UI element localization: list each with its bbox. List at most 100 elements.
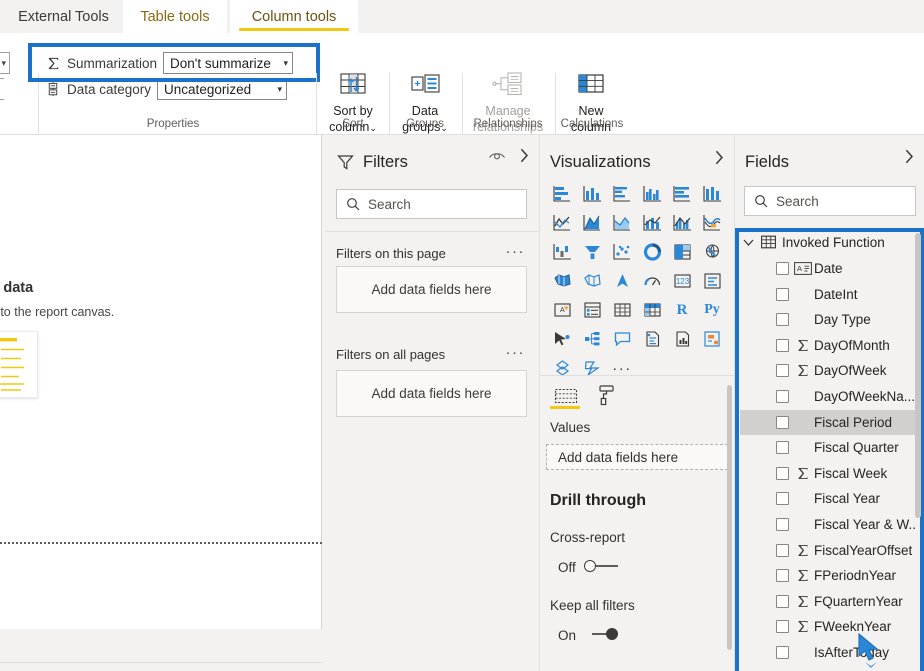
q-and-a-icon[interactable] [607, 325, 637, 353]
treemap-icon[interactable] [667, 238, 697, 266]
field-checkbox[interactable] [776, 518, 789, 531]
slicer-icon[interactable] [577, 296, 607, 324]
cut-off-dropdown-top[interactable]: ▾ [0, 52, 10, 74]
collapse-fields-chevron-right-icon[interactable] [905, 149, 914, 168]
field-row[interactable]: FiscalYearOffset [740, 538, 916, 563]
stacked-bar-chart-icon[interactable] [547, 180, 577, 208]
field-row[interactable]: FQuarternYear [740, 589, 916, 614]
ribbon-chart-icon[interactable] [697, 209, 727, 237]
shape-map-icon[interactable] [577, 267, 607, 295]
format-field-well-tab[interactable] [590, 380, 622, 410]
report-canvas-page[interactable]: our data e onto the report canvas. [0, 135, 322, 629]
field-row[interactable]: FPeriodnYear [740, 563, 916, 588]
field-checkbox[interactable] [776, 646, 789, 659]
clustered-bar-chart-icon[interactable] [607, 180, 637, 208]
hundred-percent-stacked-bar-chart-icon[interactable] [667, 180, 697, 208]
hide-filters-eye-icon[interactable] [488, 150, 506, 166]
field-row[interactable]: DayOfWeekNa... [740, 384, 916, 409]
field-row[interactable]: Fiscal Quarter [740, 435, 916, 460]
fields-search-input[interactable]: Search [744, 186, 916, 216]
cross-report-toggle[interactable] [584, 560, 618, 572]
table-icon[interactable] [607, 296, 637, 324]
field-checkbox[interactable] [776, 441, 789, 455]
filter-funnel-icon [337, 154, 354, 171]
field-row[interactable]: Fiscal Year & W... [740, 512, 916, 537]
sigma-icon [794, 544, 812, 557]
visualizations-scrollbar[interactable] [727, 385, 732, 650]
clustered-column-chart-icon[interactable] [637, 180, 667, 208]
field-row[interactable]: DateInt [740, 282, 916, 307]
field-row[interactable]: Fiscal Week [740, 461, 916, 486]
field-row[interactable]: FWeeknYear [740, 614, 916, 639]
power-automate-visual-icon[interactable] [547, 354, 577, 382]
key-influencers-icon[interactable] [547, 325, 577, 353]
field-checkbox[interactable] [776, 364, 789, 378]
kpi-icon[interactable]: A [547, 296, 577, 324]
filled-map-icon[interactable] [547, 267, 577, 295]
collapse-visualizations-chevron-right-icon[interactable] [715, 150, 724, 169]
field-checkbox[interactable] [776, 287, 789, 301]
field-row[interactable]: Fiscal Year [740, 486, 916, 511]
summarization-dropdown[interactable]: Don't summarize ▾ [163, 52, 294, 74]
tab-table-tools[interactable]: Table tools [123, 0, 227, 33]
funnel-chart-icon[interactable] [577, 238, 607, 266]
field-label: Fiscal Week [814, 465, 888, 481]
multi-row-card-icon[interactable] [697, 267, 727, 295]
matrix-icon[interactable] [637, 296, 667, 324]
line-and-stacked-column-chart-icon[interactable] [637, 209, 667, 237]
fields-table-invoked-function[interactable]: Invoked Function [743, 231, 885, 253]
tab-external-tools[interactable]: External Tools [6, 0, 121, 33]
field-checkbox[interactable] [776, 338, 789, 352]
waterfall-chart-icon[interactable] [547, 238, 577, 266]
field-checkbox[interactable] [776, 569, 789, 583]
paginated-report-icon[interactable] [667, 325, 697, 353]
field-checkbox[interactable] [776, 390, 789, 403]
filters-on-this-page-dropzone[interactable]: Add data fields here [336, 266, 527, 313]
field-checkbox[interactable] [776, 594, 789, 608]
line-chart-icon[interactable] [547, 209, 577, 237]
pie-chart-icon[interactable] [637, 238, 667, 266]
hundred-percent-stacked-column-chart-icon[interactable] [697, 180, 727, 208]
field-checkbox[interactable] [776, 492, 789, 506]
filters-on-this-page-menu[interactable]: ··· [506, 244, 526, 259]
field-checkbox[interactable] [776, 466, 789, 480]
field-row[interactable]: Day Type [740, 307, 916, 332]
azure-map-icon[interactable] [607, 267, 637, 295]
field-row[interactable]: DayOfWeek [740, 358, 916, 383]
expand-chevron-down-icon[interactable] [743, 238, 754, 247]
area-chart-icon[interactable] [577, 209, 607, 237]
keep-all-filters-toggle[interactable] [584, 628, 618, 640]
decomposition-tree-icon[interactable] [577, 325, 607, 353]
cut-off-dropdown-bottom[interactable] [0, 78, 4, 100]
smart-narrative-icon[interactable] [637, 325, 667, 353]
scatter-chart-icon[interactable] [607, 238, 637, 266]
power-apps-visual-icon[interactable] [697, 325, 727, 353]
field-checkbox[interactable] [776, 543, 789, 557]
values-well-dropzone[interactable]: Add data fields here [546, 444, 728, 470]
r-script-visual-icon[interactable]: R [667, 296, 697, 324]
filters-on-all-pages-menu[interactable]: ··· [506, 345, 526, 360]
field-checkbox[interactable] [776, 313, 789, 327]
filters-on-all-pages-dropzone[interactable]: Add data fields here [336, 370, 527, 417]
more-options-icon[interactable]: ··· [607, 354, 637, 382]
tab-column-tools[interactable]: Column tools [230, 0, 358, 33]
field-row[interactable]: IsAfterToday [740, 640, 916, 665]
gauge-chart-icon[interactable] [637, 267, 667, 295]
line-and-clustered-column-chart-icon[interactable] [667, 209, 697, 237]
card-icon[interactable]: 123 [667, 267, 697, 295]
python-visual-icon[interactable]: Py [697, 296, 727, 324]
stacked-column-chart-icon[interactable] [577, 180, 607, 208]
field-checkbox[interactable] [776, 620, 789, 634]
field-row[interactable]: A Date [740, 256, 916, 281]
field-row[interactable]: Fiscal Period [740, 409, 916, 435]
fields-scrollbar[interactable] [915, 233, 921, 518]
field-checkbox[interactable] [776, 262, 789, 275]
field-row[interactable]: DayOfMonth [740, 333, 916, 358]
collapse-filters-chevron-right-icon[interactable] [520, 148, 529, 167]
data-category-dropdown[interactable]: Uncategorized ▾ [157, 78, 288, 100]
stacked-area-chart-icon[interactable] [607, 209, 637, 237]
filters-search-input[interactable]: Search [336, 189, 527, 219]
power-bi-visual-icon[interactable] [577, 354, 607, 382]
map-icon[interactable] [697, 238, 727, 266]
field-checkbox[interactable] [776, 415, 789, 429]
